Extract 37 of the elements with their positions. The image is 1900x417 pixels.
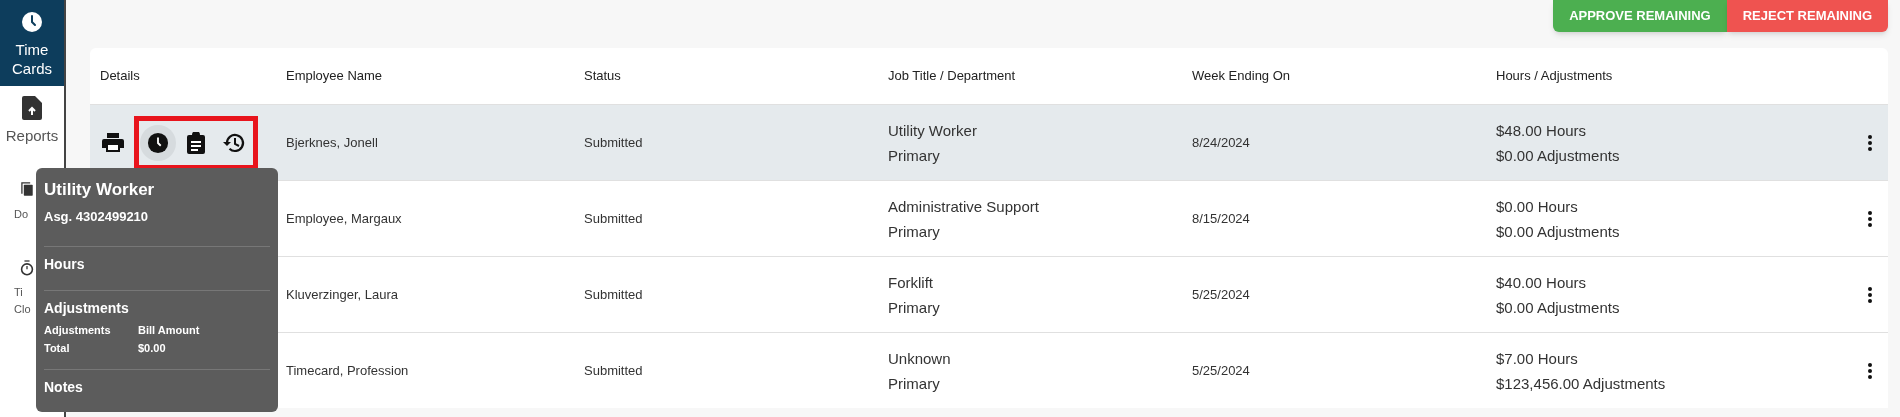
table-cell-text: $0.00 Hours (1496, 196, 1579, 217)
table-cell-text: Primary (888, 145, 941, 166)
tooltip-cell-text: Total (44, 341, 70, 356)
table-cell-text: Employee, Margaux (286, 209, 403, 228)
table-cell-text: $0.00 Adjustments (1496, 297, 1620, 318)
table-cell-text: 8/15/2024 (1192, 209, 1251, 228)
tooltip-cell-text: $0.00 (138, 341, 166, 356)
section-heading: Notes (44, 378, 83, 397)
table-cell-text: Bjerknes, Jonell (286, 133, 379, 152)
table-cell-text: Primary (888, 297, 941, 318)
column-header: Hours / Adjustments (1496, 68, 1613, 84)
table-cell-text: Submitted (584, 209, 644, 228)
table-cell-text: Forklift (888, 272, 934, 293)
table-cell-text: 5/25/2024 (1192, 361, 1251, 380)
column-header: Week Ending On (1192, 68, 1291, 84)
column-header: Status (584, 68, 621, 84)
table-cell-text: $123,456.00 Adjustments (1496, 373, 1666, 394)
table-cell-text: Unknown (888, 348, 952, 369)
table-cell-text: Submitted (584, 285, 644, 304)
table-cell-text: $48.00 Hours (1496, 120, 1588, 141)
table-cell-text: $0.00 Adjustments (1496, 145, 1620, 166)
table-cell-text: Utility Worker (888, 120, 978, 141)
table-cell-text: $40.00 Hours (1496, 272, 1588, 293)
table-cell-text: Timecard, Profession (286, 361, 410, 380)
table-cell-text: Primary (888, 221, 941, 242)
table-cell-text: Primary (888, 373, 941, 394)
column-header: Details (100, 68, 140, 84)
table-cell-text: $7.00 Hours (1496, 348, 1579, 369)
table-cell-text: $0.00 Adjustments (1496, 221, 1620, 242)
column-header: Employee Name (286, 68, 383, 84)
table-cell-text: Kluverzinger, Laura (286, 285, 399, 304)
column-header: Job Title / Department (888, 68, 1016, 84)
table-cell-text: Submitted (584, 361, 644, 380)
table-cell-text: 8/24/2024 (1192, 133, 1251, 152)
table-cell-text: Submitted (584, 133, 644, 152)
table-cell-text: 5/25/2024 (1192, 285, 1251, 304)
table-cell-text: Administrative Support (888, 196, 1040, 217)
